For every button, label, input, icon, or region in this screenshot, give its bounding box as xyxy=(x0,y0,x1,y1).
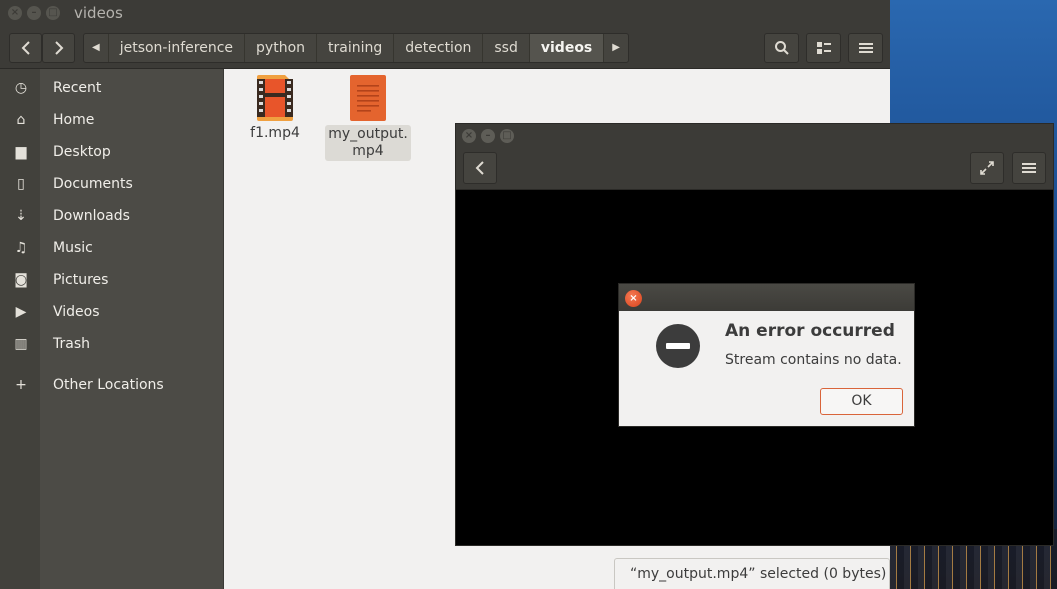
chevron-right-icon xyxy=(54,41,63,55)
sidebar-item-label: Videos xyxy=(53,304,100,320)
dialog-heading: An error occurred xyxy=(725,321,895,341)
download-icon: ⇣ xyxy=(15,208,27,224)
back-button[interactable] xyxy=(463,152,497,184)
close-window-icon[interactable]: × xyxy=(462,129,476,143)
sidebar-item-recent[interactable]: ◷ Recent xyxy=(0,73,224,103)
search-icon xyxy=(774,41,789,55)
dialog-message: Stream contains no data. xyxy=(725,352,902,368)
ok-button[interactable]: OK xyxy=(820,388,903,415)
video-file-icon xyxy=(257,75,293,121)
fullscreen-button[interactable] xyxy=(970,152,1004,184)
sidebar-item-label: Other Locations xyxy=(53,377,164,393)
sidebar-item-pictures[interactable]: ◙ Pictures xyxy=(0,265,224,295)
close-window-icon[interactable]: × xyxy=(8,6,22,20)
forward-button[interactable] xyxy=(42,33,75,63)
window-title: videos xyxy=(74,4,123,22)
video-player-toolbar xyxy=(456,148,1053,190)
fullscreen-icon xyxy=(980,161,994,175)
sidebar-item-other-locations[interactable]: + Other Locations xyxy=(0,370,224,400)
sidebar-item-label: Pictures xyxy=(53,272,109,288)
breadcrumb: ◀ jetson-inference python training detec… xyxy=(83,33,629,63)
search-button[interactable] xyxy=(764,33,799,63)
sidebar-item-home[interactable]: ⌂ Home xyxy=(0,105,224,135)
text-file-icon xyxy=(350,75,386,121)
sidebar-item-label: Desktop xyxy=(53,144,111,160)
list-view-icon xyxy=(816,42,831,54)
sidebar-item-label: Recent xyxy=(53,80,102,96)
sidebar-item-music[interactable]: ♫ Music xyxy=(0,233,224,263)
clock-icon: ◷ xyxy=(14,80,28,96)
sidebar-item-label: Music xyxy=(53,240,93,256)
status-bar: “my_output.mp4” selected (0 bytes) xyxy=(614,558,890,589)
chevron-left-icon xyxy=(21,41,30,55)
sidebar-item-desktop[interactable]: ▆ Desktop xyxy=(0,137,224,167)
plus-icon: + xyxy=(15,377,27,393)
breadcrumb-detection[interactable]: detection xyxy=(394,34,484,62)
camera-icon: ◙ xyxy=(14,272,28,288)
breadcrumb-videos[interactable]: videos xyxy=(529,34,605,62)
video-icon: ▶ xyxy=(15,304,27,320)
breadcrumb-training[interactable]: training xyxy=(317,34,395,62)
view-toggle-button[interactable] xyxy=(806,33,841,63)
document-icon: ▯ xyxy=(17,176,25,192)
file-name: f1.mp4 xyxy=(250,125,300,141)
file-name: my_output. mp4 xyxy=(325,125,411,161)
trash-icon: ▥ xyxy=(14,336,28,352)
dialog-titlebar: × xyxy=(619,284,914,311)
hamburger-icon xyxy=(858,43,873,53)
player-menu-button[interactable] xyxy=(1012,152,1046,184)
error-icon xyxy=(656,324,700,368)
breadcrumb-scroll-left-icon[interactable]: ◀ xyxy=(84,34,109,62)
sidebar-item-label: Documents xyxy=(53,176,133,192)
minimize-window-icon[interactable]: – xyxy=(481,129,495,143)
breadcrumb-python[interactable]: python xyxy=(245,34,318,62)
chevron-left-icon xyxy=(475,161,484,175)
file-manager-titlebar: × – □ videos xyxy=(0,0,890,26)
file-item-f1-mp4[interactable]: f1.mp4 xyxy=(232,75,318,142)
sidebar-item-documents[interactable]: ▯ Documents xyxy=(0,169,224,199)
breadcrumb-scroll-right-icon[interactable]: ▶ xyxy=(604,34,628,62)
sidebar-item-videos[interactable]: ▶ Videos xyxy=(0,297,224,327)
file-manager-toolbar: ◀ jetson-inference python training detec… xyxy=(0,26,890,69)
sidebar-item-label: Trash xyxy=(53,336,90,352)
menu-button[interactable] xyxy=(848,33,883,63)
breadcrumb-jetson-inference[interactable]: jetson-inference xyxy=(109,34,246,62)
error-dialog: × An error occurred Stream contains no d… xyxy=(618,283,915,427)
sidebar: ◷ Recent ⌂ Home ▆ Desktop ▯ Documents ⇣ … xyxy=(0,69,224,589)
folder-icon: ▆ xyxy=(15,144,27,160)
maximize-window-icon[interactable]: □ xyxy=(46,6,60,20)
file-item-my-output-mp4[interactable]: my_output. mp4 xyxy=(325,75,411,161)
sidebar-item-trash[interactable]: ▥ Trash xyxy=(0,329,224,359)
hamburger-icon xyxy=(1022,163,1036,173)
minimize-window-icon[interactable]: – xyxy=(27,6,41,20)
music-icon: ♫ xyxy=(14,240,28,256)
dialog-close-icon[interactable]: × xyxy=(625,290,642,307)
maximize-window-icon[interactable]: □ xyxy=(500,129,514,143)
back-button[interactable] xyxy=(9,33,42,63)
home-icon: ⌂ xyxy=(16,112,26,128)
sidebar-item-downloads[interactable]: ⇣ Downloads xyxy=(0,201,224,231)
video-player-titlebar: × – □ xyxy=(456,124,1053,148)
sidebar-item-label: Downloads xyxy=(53,208,130,224)
breadcrumb-ssd[interactable]: ssd xyxy=(483,34,530,62)
sidebar-item-label: Home xyxy=(53,112,95,128)
